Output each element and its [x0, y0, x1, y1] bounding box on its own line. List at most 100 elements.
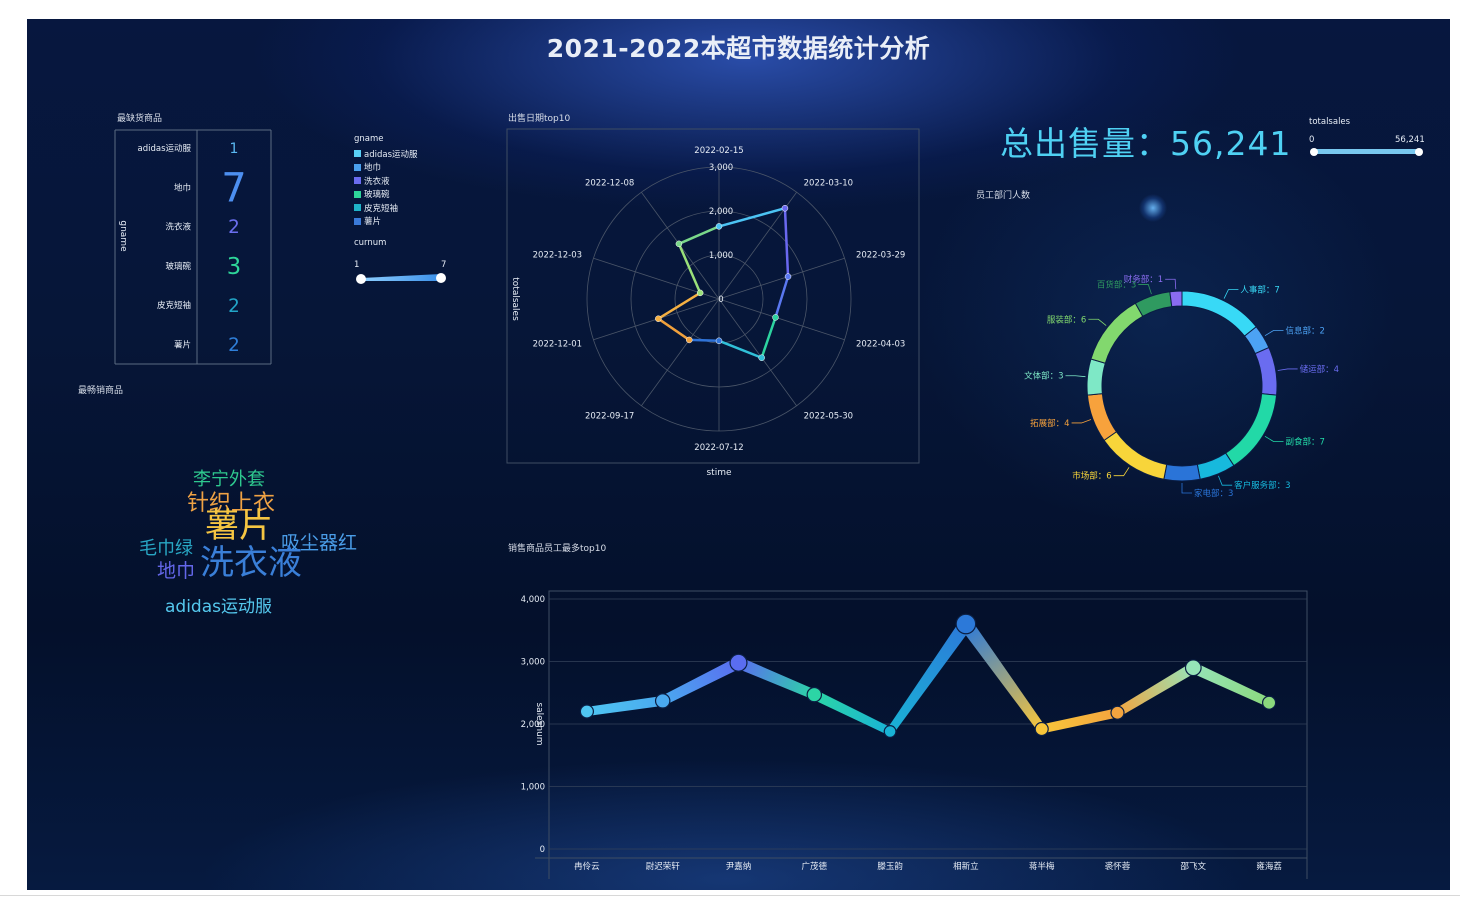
donut-slice[interactable]: [1196, 452, 1235, 480]
radar-point[interactable]: [784, 273, 792, 280]
radar-category-label: 2022-03-29: [856, 251, 905, 261]
legend-item[interactable]: adidas运动服: [354, 147, 418, 161]
line-title: 销售商品员工最多top10: [508, 544, 607, 554]
line-x-tick: 尉迟荣轩: [646, 861, 681, 872]
dashboard-screen: 2021-2022本超市数据统计分析 最缺货商品 gname adidas运动服…: [27, 19, 1450, 890]
line-point[interactable]: [729, 653, 748, 672]
line-series-segment: [1191, 662, 1271, 707]
radar-point[interactable]: [675, 240, 683, 248]
radar-chart: stime totalsales 2022-02-15 2022-03-10 2022-…: [506, 128, 920, 478]
line-point[interactable]: [883, 725, 897, 738]
line-point[interactable]: [1110, 705, 1125, 720]
line-point[interactable]: [579, 704, 595, 719]
line-point[interactable]: [1184, 659, 1202, 677]
donut-leader-line: [1065, 375, 1086, 378]
line-x-tick: 邵飞文: [1181, 861, 1207, 872]
wordcloud-word: 毛巾绿: [139, 537, 193, 559]
line-point[interactable]: [1034, 721, 1049, 737]
line-series-segment: [736, 657, 817, 700]
bestsellers-wordcloud: 李宁外套 针织上衣 毛巾绿 薯片 吸尘器红 地巾 洗衣液 adidas运动服: [127, 470, 387, 639]
radar-category-label: 2022-12-01: [533, 339, 582, 349]
radar-category-label: 2022-12-08: [585, 179, 634, 189]
donut-label: 客户服务部：3: [1234, 480, 1290, 491]
shortage-row-name: 薯片: [174, 340, 191, 351]
totalsales-slider-title: totalsales: [1309, 117, 1351, 127]
line-point[interactable]: [1261, 695, 1277, 710]
shortage-table-chart: gname adidas运动服 1 地巾 7 洗衣液 2 玻璃碗 3 皮克短袖 2 薯片 2: [114, 129, 272, 365]
donut-leader-line: [1165, 278, 1177, 290]
radar-point[interactable]: [715, 337, 723, 345]
bestsellers-title: 最畅销商品: [78, 386, 124, 396]
radar-series-segment: [678, 225, 720, 245]
legend-item[interactable]: 皮克短袖: [354, 201, 418, 215]
legend-label: 皮克短袖: [364, 203, 399, 214]
wordcloud-word: 地巾: [157, 559, 196, 582]
shortage-row-value: 1: [230, 141, 239, 157]
donut-slice[interactable]: [1224, 393, 1278, 467]
radar-category-label: 2022-03-10: [804, 179, 853, 189]
radar-point[interactable]: [696, 289, 704, 297]
radar-category-label: 2022-05-30: [804, 411, 853, 421]
donut-label: 财务部：1: [1124, 274, 1163, 285]
legend-item[interactable]: 薯片: [354, 215, 418, 229]
radar-spoke: [718, 298, 797, 407]
totalsales-handle-max[interactable]: [1415, 148, 1423, 156]
radar-title: 出售日期top10: [508, 114, 571, 124]
legend-label: adidas运动服: [364, 149, 418, 160]
donut-slice[interactable]: [1254, 346, 1278, 396]
slider-handle-max[interactable]: [436, 273, 446, 283]
radar-category-label: 2022-09-17: [585, 411, 634, 421]
legend-item[interactable]: 地巾: [354, 161, 418, 175]
radar-point[interactable]: [772, 314, 779, 321]
donut-slice[interactable]: [1169, 290, 1183, 308]
shortage-axis-label: gname: [118, 220, 128, 252]
shortage-row-name: adidas运动服: [138, 143, 192, 154]
line-point[interactable]: [654, 693, 671, 709]
donut-leader-line: [1223, 289, 1239, 299]
radar-point[interactable]: [655, 315, 662, 322]
donut-label: 副食部：7: [1286, 436, 1325, 447]
donut-slice[interactable]: [1134, 291, 1173, 317]
radar-point[interactable]: [715, 223, 723, 230]
shortage-row-name: 玻璃碗: [165, 261, 191, 272]
donut-leader-line: [1264, 435, 1284, 442]
legend-item[interactable]: 洗衣液: [354, 174, 418, 188]
donut-slice[interactable]: [1086, 393, 1118, 442]
slider-handle-min[interactable]: [356, 274, 366, 284]
donut-label: 人事部：7: [1240, 285, 1279, 296]
wordcloud-word: 薯片: [205, 505, 273, 546]
radar-y-label: totalsales: [510, 277, 520, 321]
radar-category-label: 2022-12-03: [533, 251, 582, 261]
line-y-tick: 4,000: [521, 595, 545, 605]
legend-label: 地巾: [364, 163, 382, 174]
donut-chart: 人事部：7 信息部：2 储运部：4 副食部：7 客户服务部：3家电部：3 市场部：6 拓展部…: [1024, 274, 1339, 499]
radar-point[interactable]: [758, 354, 765, 361]
radar-point[interactable]: [781, 204, 789, 212]
total-sales-label: 总出售量：56,241: [1000, 124, 1292, 163]
shortage-row-value: 7: [221, 166, 246, 212]
donut-slice[interactable]: [1163, 463, 1201, 482]
line-point[interactable]: [806, 686, 823, 703]
line-series-segment: [886, 620, 972, 734]
curnum-slider[interactable]: [353, 269, 449, 285]
line-x-tick: 蒋半梅: [1029, 861, 1055, 872]
line-x-tick: 滕玉韵: [877, 861, 903, 872]
radar-point[interactable]: [686, 336, 693, 344]
page-title: 2021-2022本超市数据统计分析: [546, 34, 931, 63]
totalsales-slider[interactable]: [1309, 144, 1425, 160]
legend-label: 玻璃碗: [364, 190, 390, 201]
legend-swatch: [354, 190, 361, 198]
donut-slice[interactable]: [1090, 302, 1144, 364]
line-chart: 01,0002,0003,0004,000salesnum冉伶云 尉迟荣轩 尹嘉纳广…: [521, 590, 1308, 879]
shortage-row-name: 洗衣液: [165, 222, 191, 233]
line-y-tick: 3,000: [521, 658, 545, 668]
donut-slice[interactable]: [1086, 358, 1106, 396]
legend-title: gname: [354, 134, 384, 144]
donut-label: 信息部：2: [1286, 326, 1325, 337]
donut-slice[interactable]: [1181, 290, 1257, 337]
donut-slice[interactable]: [1103, 431, 1168, 480]
line-point[interactable]: [955, 613, 977, 635]
totalsales-handle-min[interactable]: [1310, 148, 1318, 156]
radar-series-segment: [760, 316, 777, 359]
legend-item[interactable]: 玻璃碗: [354, 188, 418, 202]
